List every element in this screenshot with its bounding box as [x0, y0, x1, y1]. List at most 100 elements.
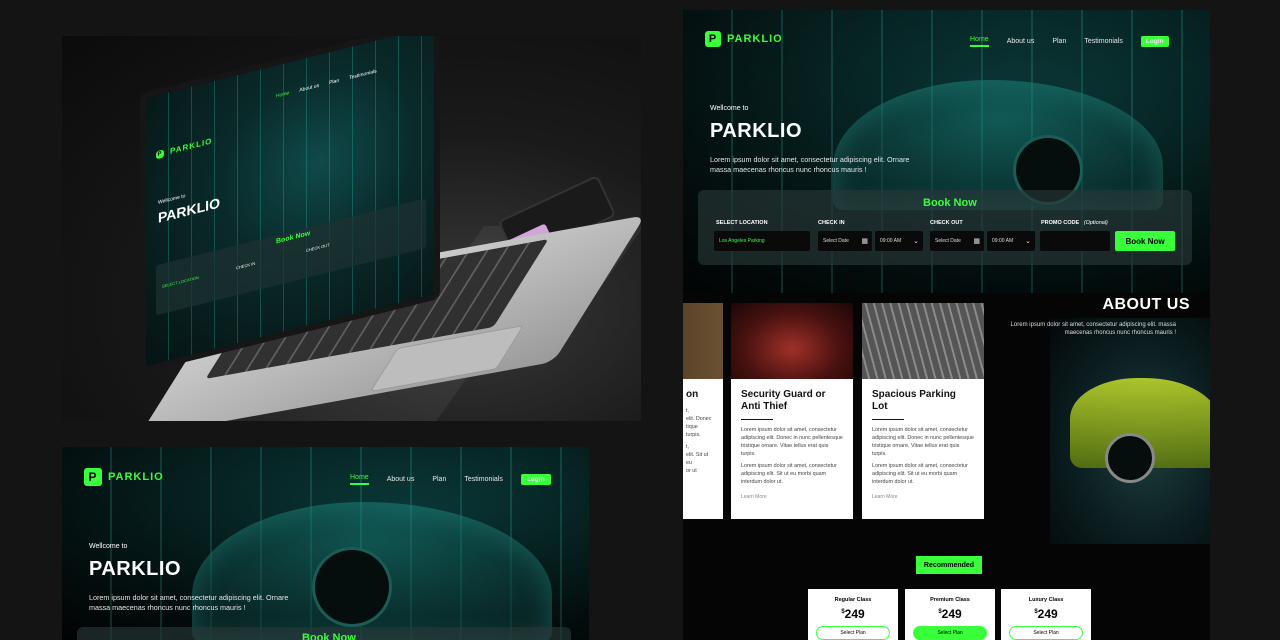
plan-price: $249 — [905, 607, 995, 621]
main-nav: Home About us Plan Testimonials Login — [350, 474, 551, 485]
feature-title: Security Guard or Anti Thief — [731, 379, 853, 419]
feature-title-line1: Security Guard or — [741, 389, 826, 400]
about-title: ABOUT US — [1102, 296, 1190, 313]
about-text: Lorem ipsum dolor sit amet, consectetur … — [1010, 322, 1176, 336]
booking-heading: Book Now — [302, 632, 356, 640]
nav-testimonials[interactable]: Testimonials — [464, 476, 503, 483]
divider — [741, 419, 773, 420]
feature-card: Security Guard or Anti Thief Lorem ipsum … — [731, 303, 853, 519]
book-now-button[interactable]: Book Now — [1115, 231, 1175, 251]
screen-checkin: CHECK IN — [236, 260, 256, 271]
checkout-date-text: Select Date — [935, 238, 961, 244]
plan-name: Premium Class — [930, 597, 970, 603]
plan-name: Luxury Class — [1028, 597, 1064, 603]
select-plan-button[interactable]: Select Plan — [1009, 626, 1083, 640]
promo-optional: (Optional) — [1083, 220, 1108, 226]
select-plan-button[interactable]: Select Plan — [913, 626, 987, 640]
hero-description: Lorem ipsum dolor sit amet, consectetur … — [710, 155, 909, 175]
hero-section: P PARKLIO Home About us Plan Testimonial… — [683, 10, 1210, 293]
checkin-time-text: 09:00 AM — [880, 238, 902, 244]
hero-title: PARKLIO — [710, 120, 803, 142]
feature-text: t, elit. Donec tique turpis. — [686, 408, 712, 438]
calendar-icon: ▦ — [973, 238, 980, 245]
nav-testimonials[interactable]: Testimonials — [1084, 38, 1123, 45]
checkin-date-text: Select Date — [823, 238, 849, 244]
learn-more-link[interactable]: Learn More — [862, 490, 984, 504]
nav-home[interactable]: Home — [350, 474, 369, 485]
price-value: 249 — [1037, 607, 1058, 621]
chevron-down-icon: ⌄ — [1025, 238, 1031, 245]
brand-name: PARKLIO — [108, 471, 164, 483]
booking-heading: Book Now — [923, 197, 977, 209]
select-plan-button[interactable]: Select Plan — [816, 626, 890, 640]
nav-plan[interactable]: Plan — [432, 476, 446, 483]
feature-image — [683, 303, 723, 379]
feature-text: Lorem ipsum dolor sit amet, consectetur … — [872, 427, 974, 457]
location-label: SELECT LOCATION — [716, 220, 768, 226]
main-nav: Home About us Plan Testimonials Login — [970, 36, 1169, 47]
logo[interactable]: P PARKLIO — [84, 468, 164, 486]
hero-welcome: Wellcome to — [710, 105, 749, 112]
checkin-label: CHECK IN — [818, 220, 845, 226]
hero-car-wheel — [312, 547, 392, 627]
about-car-image — [1050, 318, 1210, 544]
car-wheel — [1105, 433, 1155, 483]
checkin-time-select[interactable]: 09:00 AM ⌄ — [875, 231, 923, 251]
hero-desc-line1: Lorem ipsum dolor sit amet, consectetur … — [710, 155, 910, 164]
security-guard-image — [731, 303, 853, 379]
hero-description: Lorem ipsum dolor sit amet, consectetur … — [89, 593, 288, 613]
logo-icon: P — [705, 31, 721, 47]
hero-welcome: Wellcome to — [89, 543, 128, 550]
hero-desc-line1: Lorem ipsum dolor sit amet, consectetur … — [89, 593, 289, 602]
booking-form: Book Now SELECT LOCATION Los Angeles Par… — [698, 190, 1192, 265]
logo-icon: P — [84, 468, 102, 486]
login-button[interactable]: Login — [520, 474, 551, 485]
checkin-date-input[interactable]: Select Date ▦ — [818, 231, 872, 251]
feature-text: t, elit. Sit ut eu or ut — [686, 444, 709, 474]
checkout-date-input[interactable]: Select Date ▦ — [930, 231, 984, 251]
learn-more-link[interactable]: Learn More — [731, 490, 853, 504]
recommended-badge: Recommended — [916, 556, 982, 574]
booking-form: Book Now — [77, 627, 571, 640]
calendar-icon: ▦ — [861, 238, 868, 245]
divider — [872, 419, 904, 420]
plan-name: Regular Class — [834, 597, 872, 603]
nav-home[interactable]: Home — [970, 36, 989, 47]
price-value: 249 — [844, 607, 865, 621]
chevron-down-icon: ⌄ — [913, 238, 919, 245]
nav-plan[interactable]: Plan — [1052, 38, 1066, 45]
checkout-label: CHECK OUT — [930, 220, 963, 226]
brand-name: PARKLIO — [727, 33, 783, 45]
feature-text: Lorem ipsum dolor sit amet, consectetur … — [872, 463, 968, 485]
parking-lot-image — [862, 303, 984, 379]
feature-text: Lorem ipsum dolor sit amet, consectetur … — [741, 427, 843, 457]
feature-card: Spacious Parking Lot Lorem ipsum dolor si… — [862, 303, 984, 519]
feature-title-line2: Lot — [872, 401, 888, 412]
plan-price: $249 — [1001, 607, 1091, 621]
pricing-card-luxury: Luxury Class $249 Select Plan — [1001, 589, 1091, 640]
laptop-photo: P PARKLIO Home About us Plan Testimonial… — [62, 36, 641, 421]
checkout-time-text: 09:00 AM — [992, 238, 1014, 244]
promo-label: PROMO CODE (Optional) — [1041, 220, 1108, 226]
nav-about[interactable]: About us — [1007, 38, 1035, 45]
pricing-card-premium: Premium Class $249 Select Plan — [905, 589, 995, 640]
feature-card: on t, elit. Donec tique turpis. t, elit.… — [683, 303, 723, 519]
hero-preview: P PARKLIO Home About us Plan Testimonial… — [62, 447, 589, 640]
logo[interactable]: P PARKLIO — [705, 31, 783, 47]
feature-title: on — [686, 389, 699, 400]
feature-text: Lorem ipsum dolor sit amet, consectetur … — [741, 463, 837, 485]
feature-title: Spacious Parking Lot — [862, 379, 984, 419]
checkout-time-select[interactable]: 09:00 AM ⌄ — [987, 231, 1035, 251]
logo-icon: P — [156, 148, 164, 159]
login-button[interactable]: Login — [1140, 36, 1169, 47]
hero-desc-line2: massa maecenas rhoncus nunc rhoncus maur… — [710, 165, 867, 174]
plan-price: $249 — [808, 607, 898, 621]
hero-desc-line2: massa maecenas rhoncus nunc rhoncus maur… — [89, 603, 246, 612]
promo-input[interactable] — [1040, 231, 1110, 251]
feature-title-line2: Anti Thief — [741, 401, 788, 412]
hero-title: PARKLIO — [89, 558, 182, 580]
promo-label-text: PROMO CODE — [1041, 220, 1080, 226]
location-select[interactable]: Los Angeles Parking — [714, 231, 810, 251]
nav-about[interactable]: About us — [387, 476, 415, 483]
screen-location: SELECT LOCATION — [162, 274, 199, 289]
